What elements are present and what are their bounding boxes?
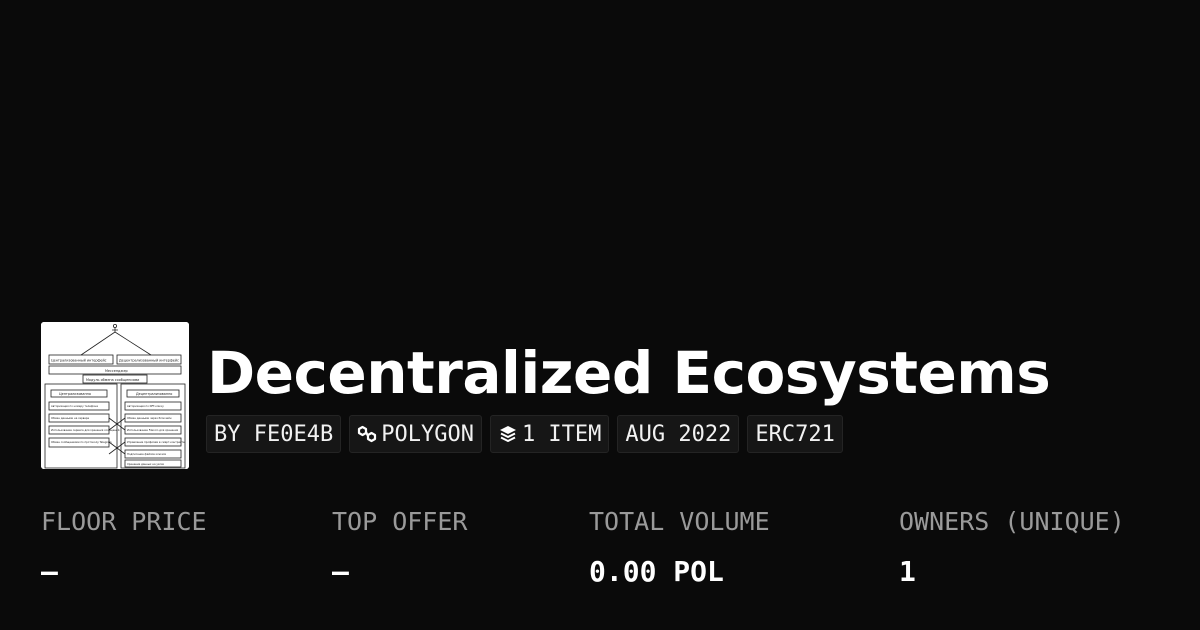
thumb-module-label: Модуль обмена сообщениями: [86, 378, 139, 382]
thumb-middle-label: Мессенджер: [105, 369, 128, 373]
thumb-top-right-label: Децентрализованный интерфейс: [119, 359, 179, 363]
standard-tag-label: ERC721: [755, 421, 835, 447]
collection-tags: BY FE0E4B POLYGON 1 ITEM AUG 2022 ERC721: [206, 415, 843, 453]
thumb-right-item: Авторизация по NFT-ключу: [127, 404, 164, 408]
chain-tag-label: POLYGON: [381, 421, 474, 447]
creator-tag-label: BY FE0E4B: [214, 421, 334, 447]
top-offer-stat: TOP OFFER –: [332, 506, 467, 588]
thumb-right-item: Использование Filecoin для хранения: [127, 428, 179, 432]
collection-thumbnail: Централизованный интерфейс Децентрализов…: [41, 322, 189, 469]
floor-price-label: FLOOR PRICE: [41, 507, 207, 536]
collection-title: Decentralized Ecosystems: [207, 339, 1051, 407]
thumb-left-item: Авторизация по номеру телефона: [51, 404, 98, 408]
thumb-top-left-label: Централизованный интерфейс: [51, 359, 107, 363]
floor-price-stat: FLOOR PRICE –: [41, 506, 207, 588]
polygon-link-icon: [357, 424, 377, 444]
thumb-left-item: Использование сервиса для хранения сообщ…: [51, 428, 120, 432]
owners-stat: OWNERS (UNIQUE) 1: [899, 506, 1125, 588]
top-offer-label: TOP OFFER: [332, 507, 468, 536]
thumb-left-header: Централизованно: [59, 392, 91, 396]
standard-tag[interactable]: ERC721: [747, 415, 843, 453]
owners-value: 1: [899, 555, 916, 588]
owners-label: OWNERS (UNIQUE): [899, 507, 1125, 536]
thumb-left-item: Обмен сообщениями по протоколу Telegram: [51, 440, 112, 444]
date-tag[interactable]: AUG 2022: [617, 415, 740, 453]
thumb-right-item: Управление профилем в смарт-контракте: [127, 440, 185, 444]
chain-tag[interactable]: POLYGON: [349, 415, 482, 453]
thumb-right-item: Подписание файлов ключом: [127, 452, 166, 456]
thumb-right-item: Хранение данных на узлах: [127, 462, 165, 466]
items-tag[interactable]: 1 ITEM: [489, 415, 610, 453]
total-volume-value: 0.00 POL: [589, 555, 724, 588]
thumb-right-header: Децентрализованно: [136, 392, 172, 396]
layers-icon: [498, 424, 518, 444]
date-tag-label: AUG 2022: [625, 421, 732, 447]
floor-price-value: –: [41, 555, 58, 588]
total-volume-stat: TOTAL VOLUME 0.00 POL: [589, 506, 770, 588]
items-tag-label: 1 ITEM: [521, 421, 602, 447]
total-volume-label: TOTAL VOLUME: [589, 507, 770, 536]
creator-tag[interactable]: BY FE0E4B: [206, 415, 342, 453]
thumb-right-item: Обмен данными через блокчейн: [127, 416, 172, 420]
top-offer-value: –: [332, 555, 349, 588]
thumb-left-item: Обмен данными на сервере: [51, 416, 90, 420]
